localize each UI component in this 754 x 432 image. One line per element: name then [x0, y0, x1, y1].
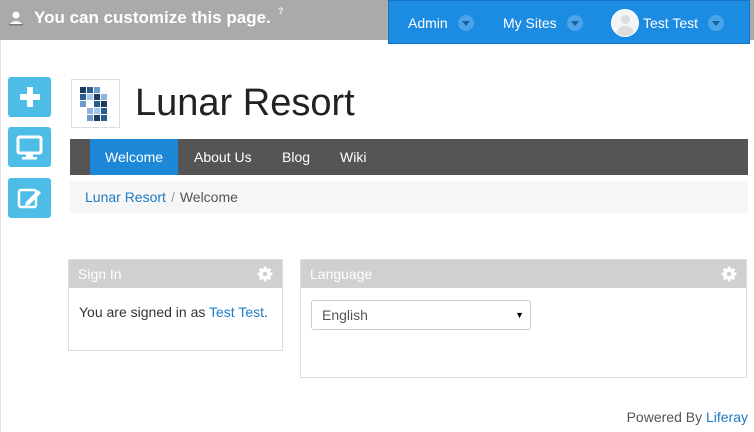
breadcrumb-item-current: Welcome	[179, 189, 238, 205]
chevron-down-icon: ▼	[515, 310, 524, 320]
user-customize-icon	[9, 11, 23, 26]
nav-item-about-us[interactable]: About Us	[194, 139, 252, 175]
portlet-title: Language	[310, 266, 373, 282]
admin-menu[interactable]: Admin	[408, 1, 474, 45]
chevron-down-icon[interactable]	[566, 15, 583, 31]
customize-message: You can customize this page.	[34, 8, 271, 27]
avatar[interactable]	[611, 9, 639, 37]
signed-in-user-link[interactable]: Test Test	[209, 304, 264, 320]
sign-in-period: .	[264, 304, 268, 320]
preview-button[interactable]	[8, 127, 51, 167]
nav-item-blog[interactable]: Blog	[282, 139, 310, 175]
my-sites-menu[interactable]: My Sites	[503, 1, 583, 45]
edit-icon	[17, 188, 41, 209]
powered-by-text: Powered By	[626, 409, 703, 425]
language-select[interactable]: English ▼	[311, 300, 531, 330]
admin-bar: Admin My Sites Test Test	[388, 0, 750, 44]
user-menu-label: Test Test	[643, 15, 698, 31]
edit-page-button[interactable]	[8, 178, 51, 218]
help-icon[interactable]: ?	[278, 6, 284, 16]
liferay-link[interactable]: Liferay	[706, 409, 748, 425]
user-menu[interactable]: Test Test	[611, 1, 724, 45]
breadcrumb-separator: /	[170, 189, 175, 205]
nav-item-wiki[interactable]: Wiki	[340, 139, 366, 175]
chevron-down-icon[interactable]	[708, 15, 724, 31]
site-logo[interactable]	[71, 79, 120, 128]
nav-item-welcome[interactable]: Welcome	[90, 139, 179, 175]
sign-in-status: You are signed in as Test Test.	[69, 288, 282, 336]
sign-in-portlet: Sign In You are signed in as Test Test.	[68, 259, 283, 351]
language-portlet-header: Language	[301, 260, 746, 288]
site-title[interactable]: Lunar Resort	[135, 82, 355, 125]
portlet-title: Sign In	[78, 266, 122, 282]
sign-in-portlet-header: Sign In	[69, 260, 282, 288]
language-portlet: Language English ▼	[300, 259, 747, 378]
breadcrumb-item-home[interactable]: Lunar Resort	[85, 189, 166, 205]
sign-in-text: You are signed in as	[79, 304, 206, 320]
language-select-value: English	[322, 307, 368, 323]
powered-by: Powered By Liferay	[627, 409, 748, 425]
gear-icon[interactable]	[721, 266, 737, 282]
page-left-border	[0, 40, 1, 432]
chevron-down-icon[interactable]	[457, 15, 474, 31]
liferay-logo-icon	[80, 87, 107, 121]
add-button[interactable]	[8, 77, 51, 117]
admin-menu-label: Admin	[408, 15, 448, 31]
my-sites-menu-label: My Sites	[503, 15, 557, 31]
monitor-icon	[16, 135, 43, 160]
plus-icon	[20, 87, 40, 107]
gear-icon[interactable]	[257, 266, 273, 282]
main-navigation: Welcome About Us Blog Wiki	[70, 139, 748, 175]
breadcrumb: Lunar Resort / Welcome	[70, 181, 748, 213]
